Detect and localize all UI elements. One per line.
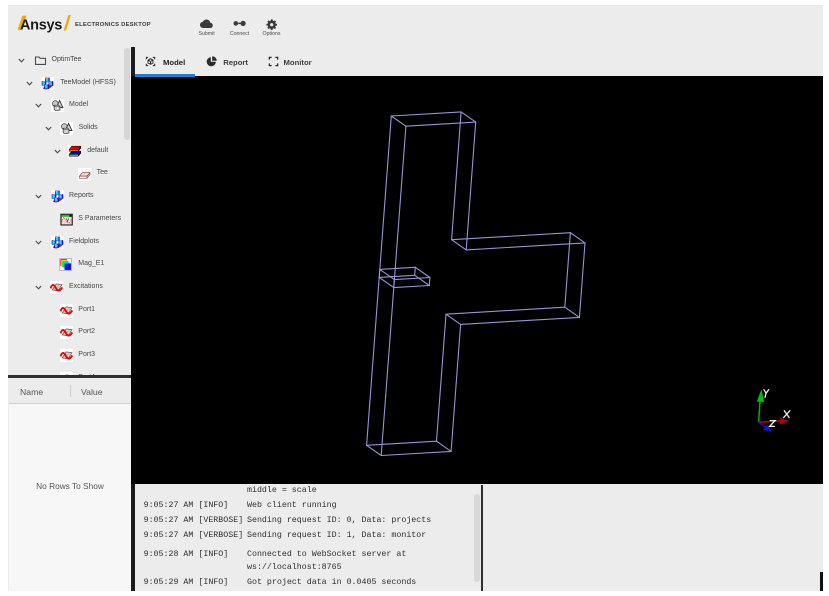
svg-text:Ansys: Ansys: [20, 18, 62, 34]
